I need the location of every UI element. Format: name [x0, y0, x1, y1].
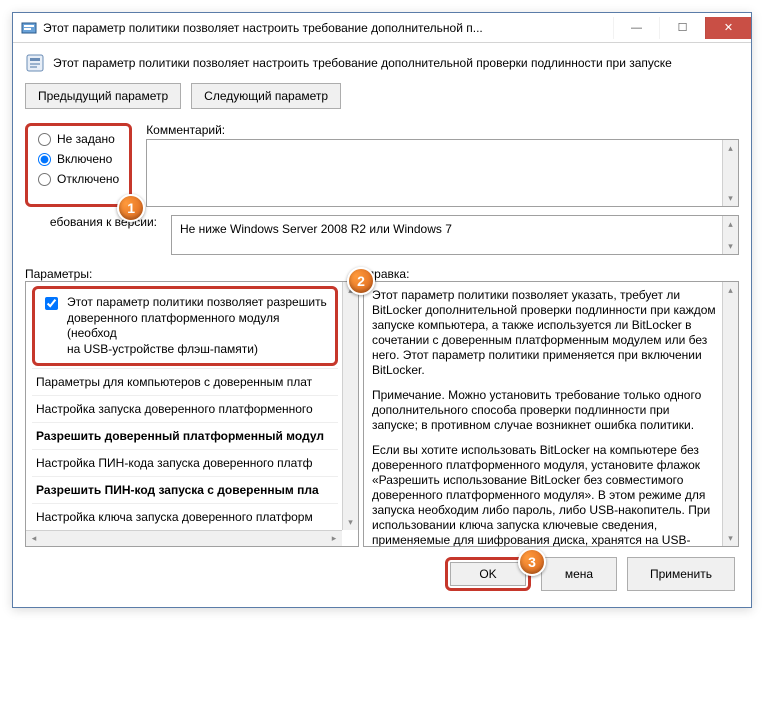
- list-item: Настройка запуска доверенного платформен…: [32, 395, 338, 422]
- comment-label: Комментарий:: [146, 123, 739, 137]
- policy-window-icon: [21, 20, 37, 36]
- scroll-down-icon[interactable]: ▾: [723, 530, 738, 546]
- radio-enabled-input[interactable]: [38, 153, 51, 166]
- help-panel: Этот параметр политики позволяет указать…: [363, 281, 739, 547]
- allow-without-tpm-input[interactable]: [45, 297, 58, 310]
- ok-button-highlight: OK 3: [445, 557, 531, 591]
- state-radio-group: Не задано Включено Отключено 1: [25, 123, 132, 207]
- scroll-up-icon[interactable]: ▴: [723, 140, 738, 156]
- list-item: Настройка ПИН-кода запуска доверенного п…: [32, 449, 338, 476]
- radio-enabled-label: Включено: [57, 152, 112, 166]
- help-paragraph: Этот параметр политики позволяет указать…: [372, 288, 716, 378]
- radio-disabled-label: Отключено: [57, 172, 119, 186]
- scroll-down-icon[interactable]: ▾: [723, 238, 738, 254]
- help-paragraph: Если вы хотите использовать BitLocker на…: [372, 443, 716, 546]
- cancel-button[interactable]: мена: [541, 557, 617, 591]
- list-item: Параметры для компьютеров с доверенным п…: [32, 368, 338, 395]
- radio-not-configured[interactable]: Не задано: [38, 132, 119, 146]
- comment-textarea[interactable]: ▴ ▾: [146, 139, 739, 207]
- radio-enabled[interactable]: Включено: [38, 152, 119, 166]
- parameters-panel: Этот параметр политики позволяет разреши…: [25, 281, 359, 547]
- maximize-button[interactable]: ☐: [659, 17, 705, 39]
- titlebar: Этот параметр политики позволяет настрои…: [13, 13, 751, 43]
- requirements-box: Не ниже Windows Server 2008 R2 или Windo…: [171, 215, 739, 255]
- allow-without-tpm-block: Этот параметр политики позволяет разреши…: [32, 286, 338, 366]
- previous-setting-button[interactable]: Предыдущий параметр: [25, 83, 181, 109]
- radio-disabled[interactable]: Отключено: [38, 172, 119, 186]
- params-hscrollbar[interactable]: ◂ ▸: [26, 530, 342, 546]
- scroll-up-icon[interactable]: ▴: [723, 282, 738, 298]
- parameter-list: Параметры для компьютеров с доверенным п…: [32, 368, 338, 546]
- close-button[interactable]: ✕: [705, 17, 751, 39]
- help-scrollbar[interactable]: ▴ ▾: [722, 282, 738, 546]
- list-item[interactable]: Разрешить доверенный платформенный модул: [32, 422, 338, 449]
- policy-icon: [25, 53, 45, 73]
- callout-marker-2: 2: [347, 267, 375, 295]
- callout-marker-3: 3: [518, 548, 546, 576]
- policy-editor-window: Этот параметр политики позволяет настрои…: [12, 12, 752, 608]
- requirements-value: Не ниже Windows Server 2008 R2 или Windo…: [180, 222, 452, 236]
- allow-without-tpm-text: Этот параметр политики позволяет разреши…: [67, 295, 329, 357]
- requirements-scrollbar[interactable]: ▴ ▾: [722, 216, 738, 254]
- policy-description: Этот параметр политики позволяет настрои…: [53, 56, 672, 70]
- radio-disabled-input[interactable]: [38, 173, 51, 186]
- window-title: Этот параметр политики позволяет настрои…: [43, 21, 613, 35]
- allow-without-tpm-checkbox[interactable]: Этот параметр политики позволяет разреши…: [41, 295, 329, 357]
- scroll-down-icon[interactable]: ▾: [723, 190, 738, 206]
- parameters-section-label: Параметры:: [25, 267, 359, 281]
- list-item: Настройка ключа запуска доверенного плат…: [32, 503, 338, 530]
- ok-button[interactable]: OK: [450, 562, 526, 586]
- scroll-left-icon[interactable]: ◂: [26, 531, 42, 546]
- minimize-button[interactable]: —: [613, 17, 659, 39]
- callout-marker-1: 1: [117, 194, 145, 222]
- next-setting-button[interactable]: Следующий параметр: [191, 83, 341, 109]
- list-item[interactable]: Разрешить ПИН-код запуска с доверенным п…: [32, 476, 338, 503]
- scroll-down-icon[interactable]: ▾: [343, 514, 358, 530]
- radio-not-configured-label: Не задано: [57, 132, 115, 146]
- policy-description-row: Этот параметр политики позволяет настрои…: [25, 53, 739, 73]
- apply-button[interactable]: Применить: [627, 557, 735, 591]
- scroll-up-icon[interactable]: ▴: [723, 216, 738, 232]
- params-vscrollbar[interactable]: ▴ ▾: [342, 282, 358, 530]
- scroll-right-icon[interactable]: ▸: [326, 531, 342, 546]
- help-paragraph: Примечание. Можно установить требование …: [372, 388, 716, 433]
- help-text: Этот параметр политики позволяет указать…: [364, 282, 738, 546]
- radio-not-configured-input[interactable]: [38, 133, 51, 146]
- comment-scrollbar[interactable]: ▴ ▾: [722, 140, 738, 206]
